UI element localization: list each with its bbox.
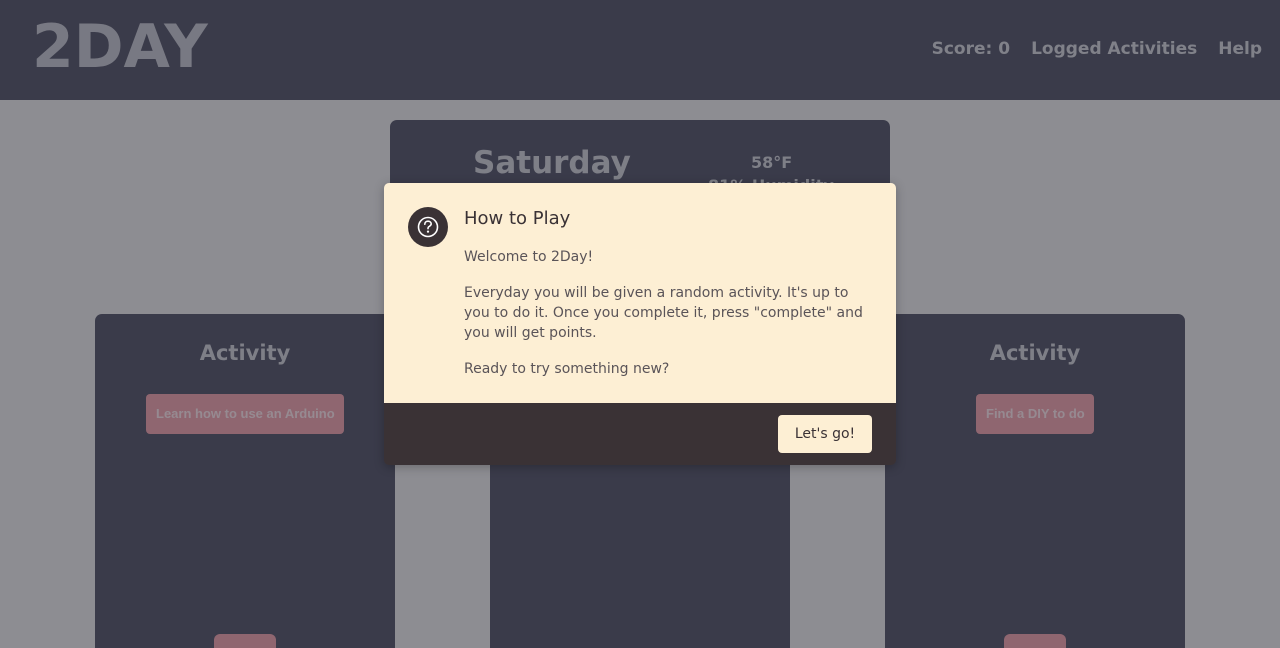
dialog-body: How to Play Welcome to 2Day! Everyday yo… bbox=[384, 183, 896, 403]
question-circle-icon bbox=[408, 207, 448, 247]
lets-go-button[interactable]: Let's go! bbox=[778, 415, 872, 453]
how-to-play-dialog: How to Play Welcome to 2Day! Everyday yo… bbox=[384, 183, 896, 465]
dialog-paragraph: Ready to try something new? bbox=[464, 361, 670, 377]
dialog-paragraph: Welcome to 2Day! bbox=[464, 249, 594, 265]
dialog-paragraph: Everyday you will be given a random acti… bbox=[464, 285, 863, 341]
dialog-title: How to Play bbox=[464, 208, 571, 229]
dialog-footer: Let's go! bbox=[384, 403, 896, 465]
